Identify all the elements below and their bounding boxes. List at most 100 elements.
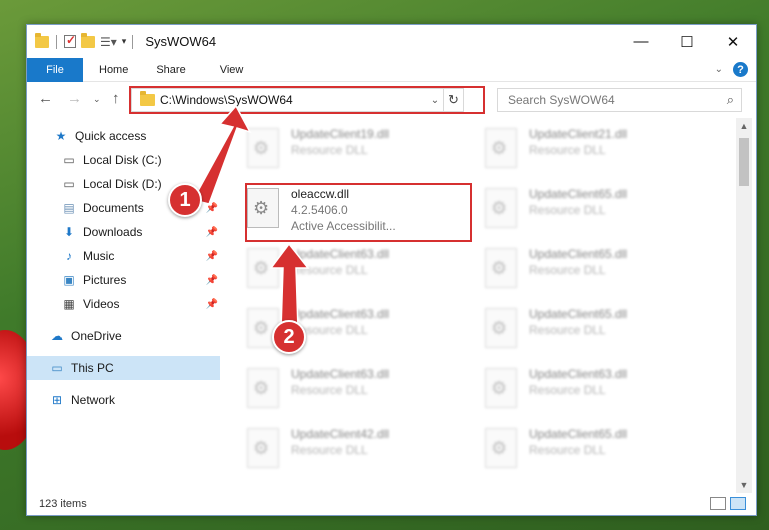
dll-file-icon xyxy=(247,428,279,468)
file-name: UpdateClient65.dll xyxy=(529,247,628,261)
music-icon: ♪ xyxy=(66,249,72,263)
sidebar-item-label: Downloads xyxy=(83,225,143,239)
sidebar-item-music[interactable]: ♪ Music 📌 xyxy=(27,244,220,268)
sidebar-item-local-disk-c[interactable]: ▭ Local Disk (C:) xyxy=(27,148,220,172)
minimize-button[interactable]: — xyxy=(618,25,664,58)
file-item[interactable]: UpdateClient63.dll Resource DLL xyxy=(243,362,468,416)
search-icon[interactable]: ⌕ xyxy=(727,92,734,108)
drive-icon: ▭ xyxy=(63,177,75,191)
separator xyxy=(56,34,57,49)
vertical-scrollbar[interactable]: ▲ ▼ xyxy=(736,118,752,493)
dll-file-icon xyxy=(485,428,517,468)
download-icon: ⬇ xyxy=(63,225,75,239)
sidebar-item-label: Documents xyxy=(83,201,144,215)
cloud-icon: ☁ xyxy=(51,329,63,343)
view-options-icon[interactable]: ☰▾ xyxy=(100,35,117,49)
dll-file-icon xyxy=(485,248,517,288)
file-item[interactable]: UpdateClient19.dll Resource DLL xyxy=(243,122,468,176)
window-controls: — ☐ ✕ xyxy=(618,25,756,58)
sidebar-item-label: This PC xyxy=(71,361,114,375)
quick-access-toolbar: ☰▾ ▾ xyxy=(27,32,127,49)
sidebar-item-onedrive[interactable]: ☁ OneDrive xyxy=(27,324,220,348)
tab-home[interactable]: Home xyxy=(83,58,142,82)
forward-arrow-icon[interactable]: → xyxy=(67,90,82,107)
back-arrow-icon[interactable]: ← xyxy=(38,90,53,107)
sidebar-item-quick-access[interactable]: ★ Quick access xyxy=(27,124,220,148)
ribbon-right-controls: ⌄ ? xyxy=(715,62,748,77)
scrollbar-thumb[interactable] xyxy=(739,138,749,186)
sidebar-item-label: OneDrive xyxy=(71,329,122,343)
pin-icon[interactable]: 📌 xyxy=(206,275,218,286)
window-title: SysWOW64 xyxy=(145,34,217,49)
pin-icon[interactable]: 📌 xyxy=(206,251,218,262)
sidebar-item-label: Network xyxy=(71,393,116,407)
tab-share[interactable]: Share xyxy=(142,58,199,82)
pin-icon[interactable]: 📌 xyxy=(206,179,218,190)
ribbon-tabs: File Home Share View ⌄ ? xyxy=(27,57,756,82)
sidebar-item-label: Quick access xyxy=(75,129,147,143)
file-description: Resource DLL xyxy=(529,203,606,217)
recent-locations-icon[interactable]: ⌄ xyxy=(93,94,101,105)
file-description: Resource DLL xyxy=(529,263,606,277)
file-item[interactable]: UpdateClient63.dll Resource DLL xyxy=(481,362,706,416)
sidebar-item-label: Pictures xyxy=(83,273,127,287)
sidebar-item-label: Music xyxy=(83,249,115,263)
pin-icon[interactable]: 📌 xyxy=(206,203,218,214)
sidebar-item-pictures[interactable]: ▣ Pictures 📌 xyxy=(27,268,220,292)
drive-icon: ▭ xyxy=(63,153,75,167)
computer-icon: ▭ xyxy=(51,361,63,375)
expand-ribbon-icon[interactable]: ⌄ xyxy=(715,64,723,75)
file-explorer-window: ☰▾ ▾ SysWOW64 — ☐ ✕ File Home Share View… xyxy=(26,24,757,516)
file-description: Resource DLL xyxy=(291,383,368,397)
status-bar: 123 items xyxy=(27,493,756,515)
file-item[interactable]: UpdateClient63.dll Resource DLL xyxy=(243,242,468,296)
sidebar-item-downloads[interactable]: ⬇ Downloads 📌 xyxy=(27,220,220,244)
star-icon: ★ xyxy=(55,129,67,143)
title-bar: ☰▾ ▾ SysWOW64 — ☐ ✕ xyxy=(27,25,756,58)
pictures-icon: ▣ xyxy=(63,273,75,287)
file-description: Resource DLL xyxy=(529,383,606,397)
folder-icon xyxy=(35,32,49,48)
item-count: 123 items xyxy=(39,498,87,510)
close-button[interactable]: ✕ xyxy=(710,25,756,58)
file-list: UpdateClient19.dll Resource DLL UpdateCli… xyxy=(243,116,738,496)
tiles-view-icon[interactable] xyxy=(730,497,746,510)
file-highlight-box xyxy=(245,183,472,242)
pin-icon[interactable]: 📌 xyxy=(206,227,218,238)
file-name: UpdateClient63.dll xyxy=(529,367,628,381)
file-name: UpdateClient42.dll xyxy=(291,427,390,441)
new-folder-icon[interactable] xyxy=(81,32,95,48)
sidebar-item-label: Local Disk (D:) xyxy=(83,177,162,191)
file-item[interactable]: UpdateClient21.dll Resource DLL xyxy=(481,122,706,176)
file-item[interactable]: UpdateClient42.dll Resource DLL xyxy=(243,422,468,476)
dll-file-icon xyxy=(485,368,517,408)
scroll-down-icon[interactable]: ▼ xyxy=(736,477,752,493)
pin-icon[interactable]: 📌 xyxy=(206,299,218,310)
step-badge-2: 2 xyxy=(272,320,306,354)
file-item[interactable]: UpdateClient65.dll Resource DLL xyxy=(481,422,706,476)
file-name: UpdateClient63.dll xyxy=(291,247,390,261)
file-item[interactable]: UpdateClient65.dll Resource DLL xyxy=(481,182,706,236)
tab-file[interactable]: File xyxy=(27,57,83,82)
sidebar-item-this-pc[interactable]: ▭ This PC xyxy=(27,356,220,380)
properties-icon[interactable] xyxy=(64,33,76,48)
dll-file-icon xyxy=(247,128,279,168)
sidebar-item-videos[interactable]: ▦ Videos 📌 xyxy=(27,292,220,316)
help-icon[interactable]: ? xyxy=(733,62,748,77)
search-input[interactable]: Search SysWOW64 ⌕ xyxy=(497,88,742,112)
file-name: UpdateClient65.dll xyxy=(529,427,628,441)
dll-file-icon xyxy=(485,128,517,168)
scroll-up-icon[interactable]: ▲ xyxy=(736,118,752,134)
file-item[interactable]: UpdateClient65.dll Resource DLL xyxy=(481,302,706,356)
file-name: UpdateClient65.dll xyxy=(529,187,628,201)
up-arrow-icon[interactable]: ↑ xyxy=(112,90,120,107)
file-description: Resource DLL xyxy=(529,143,606,157)
tab-view[interactable]: View xyxy=(200,58,258,82)
customize-toolbar-icon[interactable]: ▾ xyxy=(122,36,127,47)
separator xyxy=(132,34,134,49)
file-description: Resource DLL xyxy=(291,263,368,277)
sidebar-item-network[interactable]: ⊞ Network xyxy=(27,388,220,412)
file-item[interactable]: UpdateClient65.dll Resource DLL xyxy=(481,242,706,296)
maximize-button[interactable]: ☐ xyxy=(664,25,710,58)
details-view-icon[interactable] xyxy=(710,497,726,510)
